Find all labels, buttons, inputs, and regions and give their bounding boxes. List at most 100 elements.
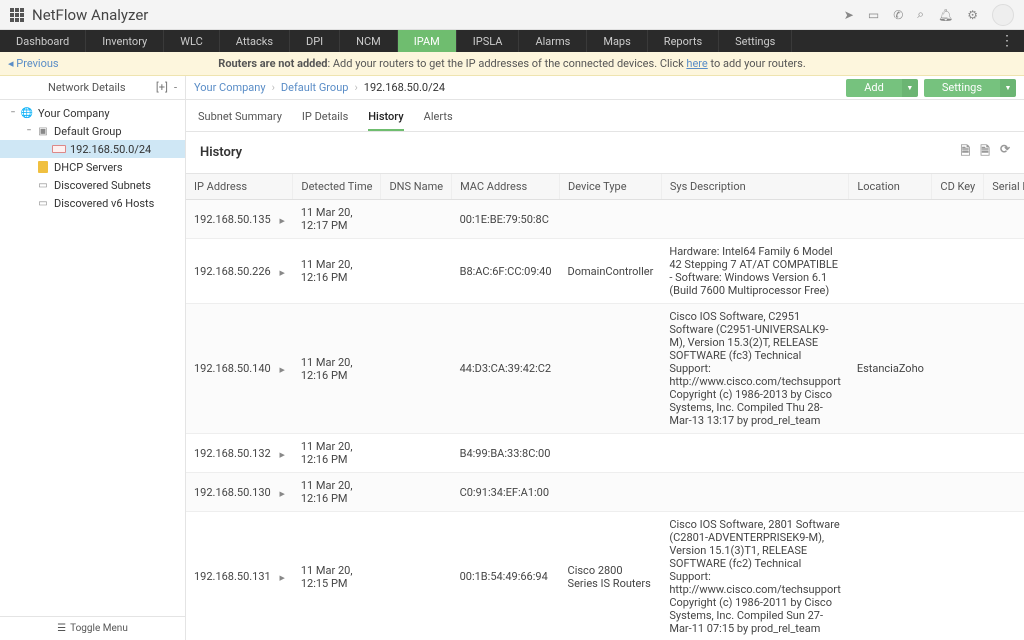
- disc-icon: ▭: [36, 178, 50, 192]
- breadcrumb-item[interactable]: Default Group: [281, 81, 349, 94]
- add-button[interactable]: Add: [846, 79, 902, 97]
- menu-reports[interactable]: Reports: [648, 30, 719, 52]
- tab-history[interactable]: History: [368, 106, 403, 131]
- toggle-menu-button[interactable]: ☰ Toggle Menu: [0, 616, 185, 640]
- tree-label: Default Group: [54, 125, 122, 138]
- cell: [932, 239, 984, 304]
- rocket-icon[interactable]: ➤: [844, 8, 854, 22]
- tab-subnet-summary[interactable]: Subnet Summary: [198, 106, 282, 131]
- banner-bold: Routers are not added: [218, 57, 327, 70]
- col-header[interactable]: Location: [849, 174, 932, 200]
- cell: 192.168.50.226 ▶: [186, 239, 293, 304]
- menu-dashboard[interactable]: Dashboard: [0, 30, 86, 52]
- history-table: IP AddressDetected TimeDNS NameMAC Addre…: [186, 174, 1024, 640]
- search-icon[interactable]: ⌕: [917, 7, 924, 22]
- app-title: NetFlow Analyzer: [32, 6, 148, 24]
- gear-icon[interactable]: ⚙: [967, 8, 978, 22]
- table-row[interactable]: 192.168.50.131 ▶11 Mar 20, 12:15 PM00:1B…: [186, 512, 1024, 640]
- remove-network-button[interactable]: -: [174, 81, 177, 94]
- cell: [932, 434, 984, 473]
- cell: [661, 200, 848, 239]
- col-header[interactable]: Device Type: [560, 174, 662, 200]
- expand-row-icon[interactable]: ▶: [279, 574, 284, 582]
- settings-button[interactable]: Settings: [924, 79, 1000, 97]
- table-row[interactable]: 192.168.50.130 ▶11 Mar 20, 12:16 PMC0:91…: [186, 473, 1024, 512]
- cell: 44:D3:CA:39:42:C2: [452, 304, 560, 434]
- cell: 192.168.50.140 ▶: [186, 304, 293, 434]
- col-header[interactable]: Detected Time: [293, 174, 381, 200]
- cell: [849, 434, 932, 473]
- cell: 192.168.50.132 ▶: [186, 434, 293, 473]
- cell: [984, 473, 1024, 512]
- tree-item[interactable]: ▭Discovered Subnets: [0, 176, 185, 194]
- menu-inventory[interactable]: Inventory: [86, 30, 164, 52]
- col-header[interactable]: CD Key: [932, 174, 984, 200]
- cell: [381, 512, 452, 640]
- expand-row-icon[interactable]: ▶: [279, 269, 284, 277]
- expand-row-icon[interactable]: ▶: [279, 490, 284, 498]
- expand-row-icon[interactable]: ▶: [279, 366, 284, 374]
- cell: 11 Mar 20, 12:17 PM: [293, 200, 381, 239]
- cell: [849, 512, 932, 640]
- previous-link[interactable]: ◂ Previous: [8, 57, 59, 70]
- monitor-icon[interactable]: ▭: [868, 8, 879, 22]
- tree-item[interactable]: −▣Default Group: [0, 122, 185, 140]
- menu-more-icon[interactable]: ⋮: [990, 30, 1024, 52]
- breadcrumb-item: 192.168.50.0/24: [364, 81, 445, 94]
- cell: [932, 200, 984, 239]
- menu-alarms[interactable]: Alarms: [519, 30, 587, 52]
- settings-dropdown[interactable]: ▼: [1000, 79, 1016, 97]
- table-row[interactable]: 192.168.50.226 ▶11 Mar 20, 12:16 PMB8:AC…: [186, 239, 1024, 304]
- add-network-button[interactable]: [+]: [156, 81, 168, 94]
- disc-icon: ▭: [36, 196, 50, 210]
- tree-item[interactable]: 192.168.50.0/24: [0, 140, 185, 158]
- menu-wlc[interactable]: WLC: [164, 30, 220, 52]
- refresh-icon[interactable]: ⟳: [1000, 142, 1010, 163]
- globe-icon: 🌐: [20, 106, 34, 120]
- breadcrumb-item[interactable]: Your Company: [194, 81, 266, 94]
- menu-maps[interactable]: Maps: [587, 30, 647, 52]
- menu-ncm[interactable]: NCM: [340, 30, 398, 52]
- menu-ipam[interactable]: IPAM: [398, 30, 457, 52]
- col-header[interactable]: DNS Name: [381, 174, 452, 200]
- expand-row-icon[interactable]: ▶: [279, 217, 284, 225]
- col-header[interactable]: MAC Address: [452, 174, 560, 200]
- sidebar-header: Network Details [+] -: [0, 76, 185, 100]
- dhcp-icon: [36, 160, 50, 174]
- banner-link[interactable]: here: [686, 57, 707, 70]
- tree-item[interactable]: ▭Discovered v6 Hosts: [0, 194, 185, 212]
- export-csv-icon[interactable]: 🗎: [961, 142, 971, 163]
- tab-ip-details[interactable]: IP Details: [302, 106, 348, 131]
- cell: [381, 239, 452, 304]
- col-header[interactable]: IP Address: [186, 174, 293, 200]
- cell: [984, 304, 1024, 434]
- bell-icon[interactable]: 🔔︎: [938, 8, 953, 22]
- table-row[interactable]: 192.168.50.132 ▶11 Mar 20, 12:16 PMB4:99…: [186, 434, 1024, 473]
- headset-icon[interactable]: ✆: [893, 8, 903, 22]
- menu-attacks[interactable]: Attacks: [220, 30, 290, 52]
- tree-item[interactable]: DHCP Servers: [0, 158, 185, 176]
- tabs: Subnet Summary IP Details History Alerts: [186, 100, 1024, 132]
- col-header[interactable]: Sys Description: [661, 174, 848, 200]
- cell: 00:1E:BE:79:50:8C: [452, 200, 560, 239]
- tree-item[interactable]: −🌐Your Company: [0, 104, 185, 122]
- avatar[interactable]: [992, 4, 1014, 26]
- apps-grid-icon[interactable]: [10, 8, 24, 22]
- col-header[interactable]: Serial Num: [984, 174, 1024, 200]
- cell: [984, 200, 1024, 239]
- add-dropdown[interactable]: ▼: [902, 79, 918, 97]
- cell: [984, 512, 1024, 640]
- tab-alerts[interactable]: Alerts: [424, 106, 453, 131]
- table-row[interactable]: 192.168.50.140 ▶11 Mar 20, 12:16 PM44:D3…: [186, 304, 1024, 434]
- export-pdf-icon[interactable]: 🗎: [980, 142, 990, 163]
- cell: Hardware: Intel64 Family 6 Model 42 Step…: [661, 239, 848, 304]
- menu-dpi[interactable]: DPI: [290, 30, 340, 52]
- menu-settings[interactable]: Settings: [719, 30, 792, 52]
- cell: C0:91:34:EF:A1:00: [452, 473, 560, 512]
- cell: EstanciaZoho: [849, 304, 932, 434]
- cell: 00:1B:54:49:66:94: [452, 512, 560, 640]
- topbar-actions: ➤ ▭ ✆ ⌕ 🔔︎ ⚙: [844, 4, 1014, 26]
- table-row[interactable]: 192.168.50.135 ▶11 Mar 20, 12:17 PM00:1E…: [186, 200, 1024, 239]
- expand-row-icon[interactable]: ▶: [279, 451, 284, 459]
- menu-ipsla[interactable]: IPSLA: [457, 30, 520, 52]
